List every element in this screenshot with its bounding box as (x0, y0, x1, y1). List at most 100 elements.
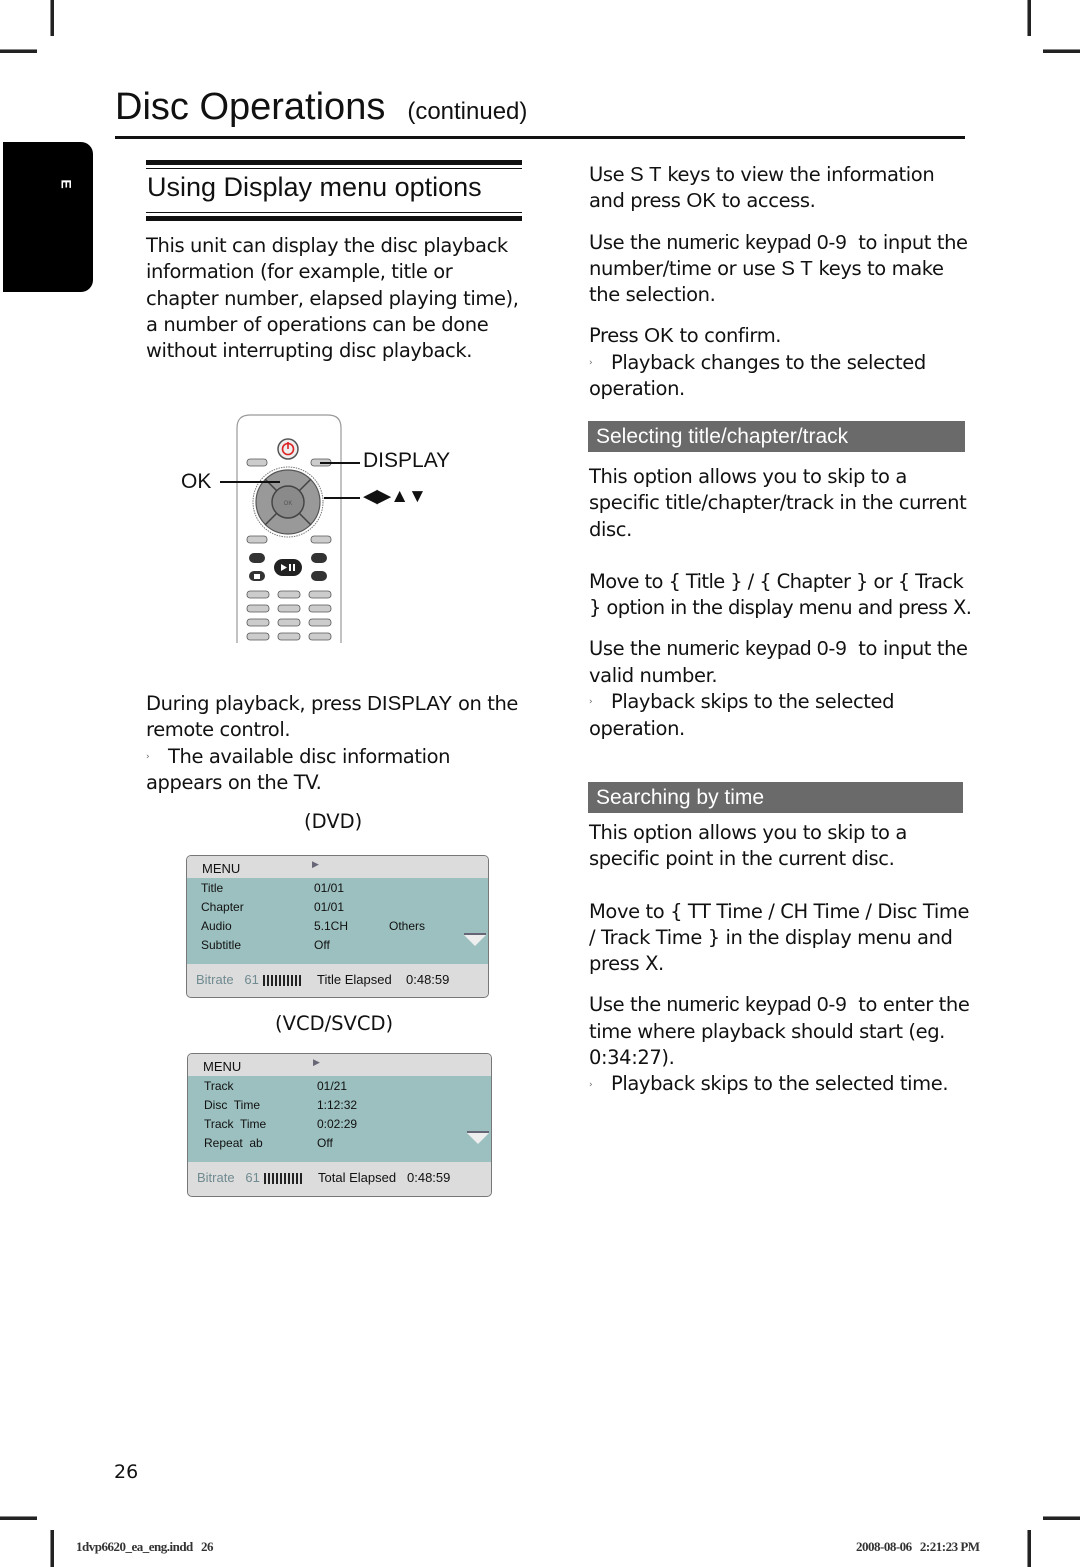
section-intro: This unit can display the disc playback … (146, 233, 526, 364)
result-arrow-icon: › (146, 751, 150, 762)
osd-row-value: 0:02:29 (317, 1117, 358, 1131)
keyword-numeric-keypad: numeric keypad 0-9 (666, 230, 847, 254)
osd-body: Track 01/21 Disc Time 1:12:32 Track Time 0:… (188, 1076, 491, 1162)
osd-dvd-caption: (DVD) (304, 810, 363, 833)
step-numeric-keypad: Use the numeric keypad 0-9 to input the … (589, 230, 969, 309)
language-tab-label: E (58, 179, 75, 189)
step-text-part: Use the (589, 230, 667, 254)
callout-line-ok (220, 481, 280, 483)
page-title: Disc Operations (continued) (115, 86, 527, 129)
crop-mark (1027, 0, 1031, 36)
result-arrow-icon: › (589, 697, 593, 708)
language-tab (3, 142, 93, 292)
callout-display: DISPLAY (363, 449, 451, 472)
osd-row-label: Disc Time (204, 1098, 261, 1112)
crop-mark (50, 0, 54, 36)
svg-text:OK: OK (284, 501, 293, 507)
osd-vcd-panel: MENU ▶ Track 01/21 Disc Time 1:12:32 Track… (187, 1053, 492, 1197)
osd-menu-label: MENU (203, 1059, 242, 1074)
osd-elapsed-label: Title Elapsed (317, 972, 392, 987)
subsection-searching: This option allows you to skip to a spec… (589, 820, 974, 1098)
crop-mark (1043, 49, 1080, 53)
step-result: › Playback skips to the selected time. (589, 1071, 974, 1098)
osd-row-label: Repeat ab (204, 1136, 263, 1150)
osd-row: Chapter 01/01 (201, 898, 481, 917)
crop-mark (0, 1516, 37, 1520)
subsection-intro: This option allows you to skip to a spec… (589, 821, 907, 871)
osd-header: MENU ▶ (187, 856, 488, 878)
step-text-part: Use the (589, 637, 667, 661)
osd-body: Title 01/01 Chapter 01/01 Audio 5.1CH Others… (187, 878, 488, 964)
result-text: Playback skips to the selected time. (611, 1072, 949, 1096)
callout-ok: OK (181, 470, 212, 493)
page-number: 26 (114, 1461, 139, 1483)
osd-row-label: Chapter (201, 900, 244, 914)
osd-bitrate-bars (264, 1173, 304, 1184)
section-rule (146, 160, 522, 165)
osd-row-extra: Others (389, 919, 426, 933)
osd-dvd-panel: MENU ▶ Title 01/01 Chapter 01/01 Audio 5.1C… (186, 855, 489, 998)
osd-bitrate: Bitrate 61 (197, 1162, 260, 1194)
osd-row-value: 01/01 (314, 900, 345, 914)
osd-row-label: Audio (201, 919, 232, 933)
section-rule (146, 168, 522, 169)
keyword-display: DISPLAY (367, 692, 453, 715)
osd-right-arrow-icon: ▶ (312, 859, 319, 869)
osd-bitrate-bars (263, 975, 303, 986)
osd-bitrate-label: Bitrate (196, 972, 234, 987)
osd-elapsed-value: 0:48:59 (406, 972, 450, 987)
osd-row-value: Off (317, 1136, 333, 1150)
osd-row-value: 5.1CH (314, 919, 349, 933)
step-result: › The available disc information appears … (146, 744, 531, 797)
keyword-numeric-keypad: numeric keypad 0-9 (666, 637, 847, 661)
osd-elapsed-label: Total Elapsed (318, 1170, 397, 1185)
step-text-part: to access. (716, 189, 816, 213)
step-text-part: Press (589, 324, 645, 348)
step-move-to-time: Move to { TT Time / CH Time / Disc Time … (589, 899, 970, 976)
osd-scroll-down-icon (467, 1131, 489, 1144)
subsection-header-searching: Searching by time (588, 782, 963, 813)
crop-mark (1043, 1516, 1080, 1520)
osd-row-value: 01/01 (314, 881, 345, 895)
osd-row: Subtitle Off (201, 936, 481, 955)
osd-bitrate-value: 61 (244, 972, 259, 987)
step-result: › Playback skips to the selected operatio… (589, 689, 974, 742)
step-confirm: Press OK to confirm. (589, 323, 969, 349)
step-text-part: Use the (589, 993, 667, 1017)
osd-row: Audio 5.1CH Others (201, 917, 481, 936)
keyword-ok: OK (644, 324, 674, 348)
osd-scroll-down-icon (464, 933, 486, 946)
osd-bitrate: Bitrate 61 (196, 964, 259, 996)
keyword-arrow-keys: S T (781, 256, 813, 280)
section-rule (146, 216, 522, 221)
crop-mark (1027, 1530, 1031, 1567)
osd-row: Repeat ab Off (204, 1134, 484, 1153)
keyword-numeric-keypad: numeric keypad 0-9 (666, 993, 847, 1017)
result-text: The available disc information appears o… (146, 744, 451, 795)
osd-row-label: Track Time (204, 1117, 267, 1131)
step-numeric-keypad: Use the numeric keypad 0-9 to input the … (589, 636, 974, 689)
step-text-part: Use (589, 163, 631, 186)
right-steps: Use S T keys to view the information and… (589, 162, 969, 403)
osd-row: Track Time 0:02:29 (204, 1115, 484, 1134)
result-text: Playback skips to the selected operation… (589, 690, 895, 740)
step-numeric-keypad: Use the numeric keypad 0-9 to enter the … (589, 992, 974, 1071)
keyword-arrow-keys: S T (630, 163, 662, 186)
osd-footer: Bitrate 61 Total Elapsed 0:48:59 (188, 1162, 491, 1194)
step-press-display: During playback, press DISPLAY on the re… (146, 691, 531, 797)
footer-timestamp: 2008-08-06 2:21:23 PM (856, 1539, 980, 1554)
result-arrow-icon: › (589, 1079, 593, 1090)
remote-control-drawing: OK (236, 414, 342, 643)
title-rule (115, 136, 965, 139)
step-text-part: During playback, press (146, 692, 368, 715)
step-move-to-option: Move to { Title } / { Chapter } or { Tra… (589, 569, 972, 620)
osd-footer: Bitrate 61 Title Elapsed 0:48:59 (187, 964, 488, 996)
osd-row: Track 01/21 (204, 1077, 484, 1096)
osd-row-label: Subtitle (201, 938, 242, 952)
osd-row-value: Off (314, 938, 330, 952)
osd-right-arrow-icon: ▶ (313, 1057, 320, 1067)
osd-row-value: 1:12:32 (317, 1098, 358, 1112)
remote-illustration: OK (236, 414, 342, 644)
osd-bitrate-value: 61 (245, 1170, 260, 1185)
page-title-text: Disc Operations (115, 86, 386, 128)
